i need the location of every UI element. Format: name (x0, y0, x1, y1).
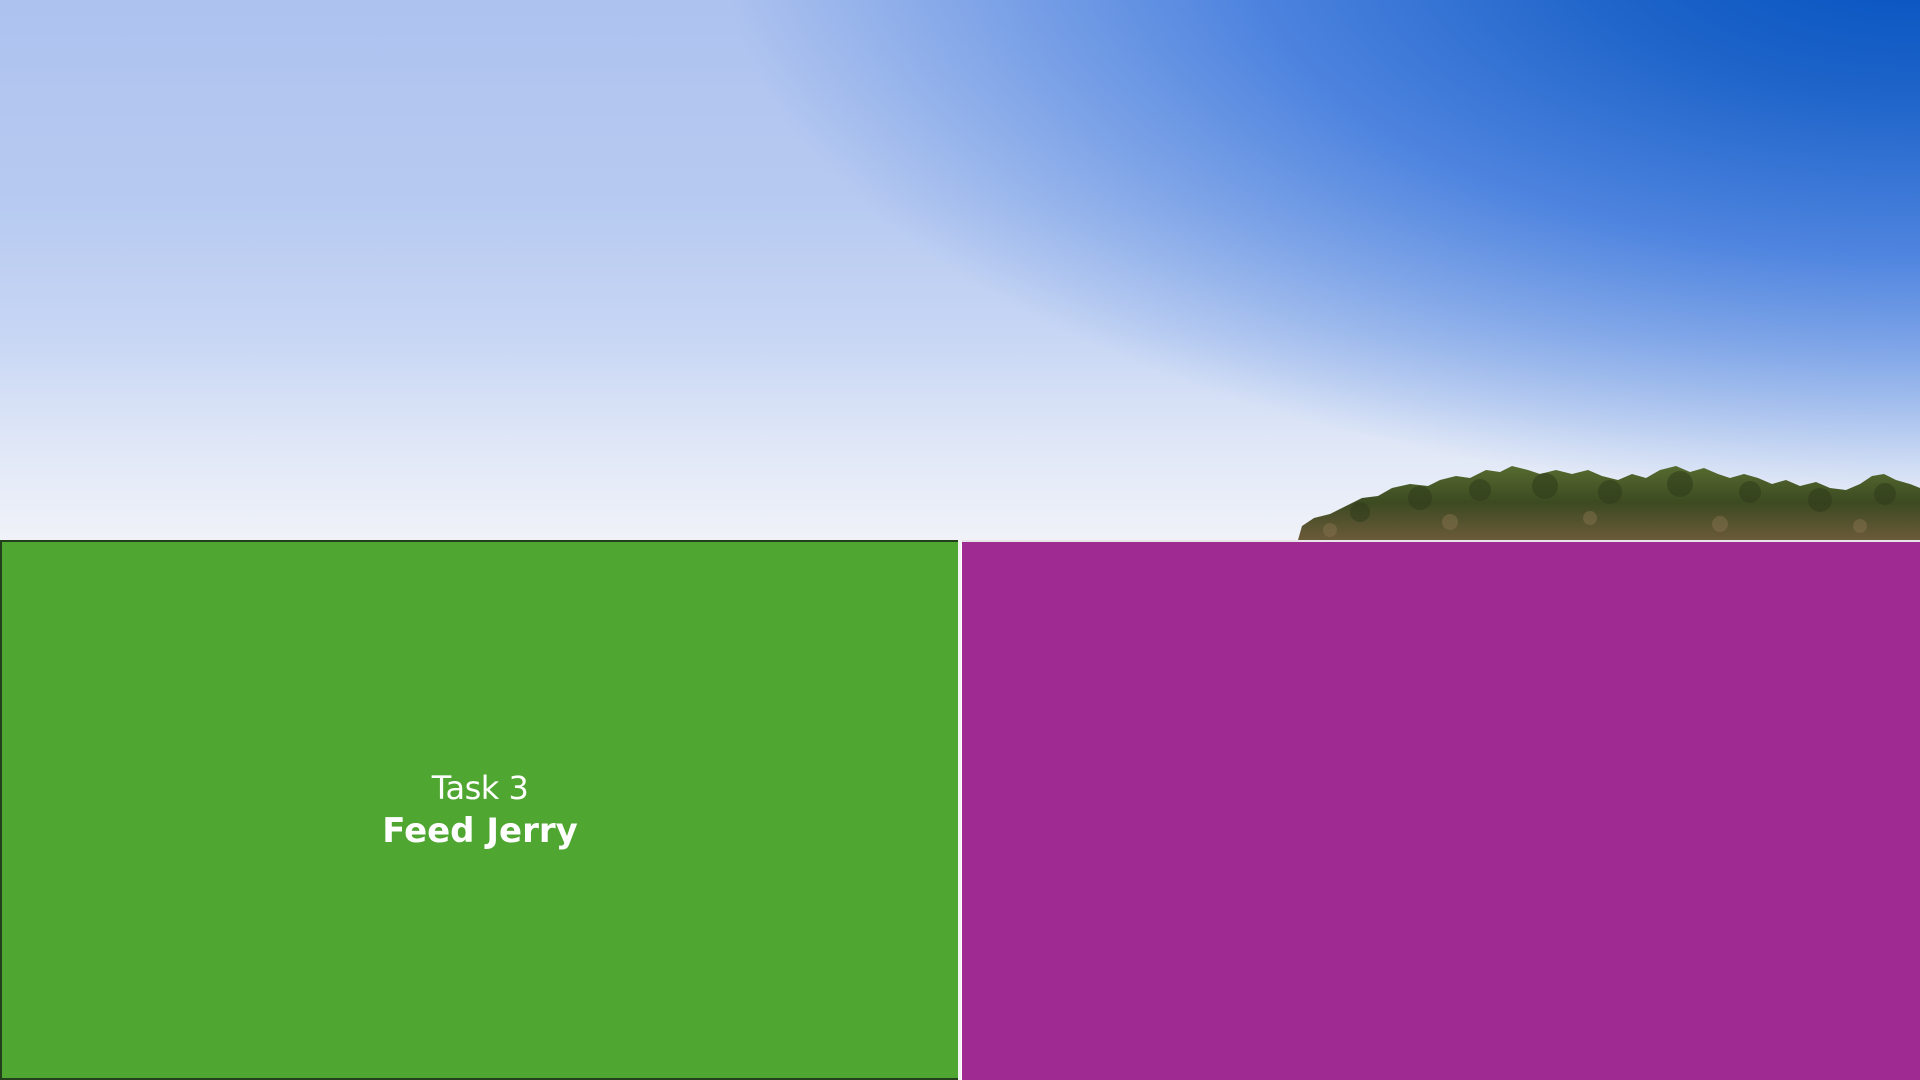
task-label-group: Task 3 Feed Jerry (2, 768, 958, 852)
empty-panel (960, 540, 1920, 1080)
task-number-label: Task 3 (431, 769, 529, 807)
panel-divider (958, 540, 961, 1080)
tree-hill-image (1298, 466, 1920, 540)
task-card[interactable]: Task 3 Feed Jerry (0, 540, 960, 1080)
screen: Task 3 Feed Jerry (0, 0, 1920, 1080)
sky-background-image (0, 0, 1920, 540)
task-name-label: Feed Jerry (382, 811, 578, 851)
